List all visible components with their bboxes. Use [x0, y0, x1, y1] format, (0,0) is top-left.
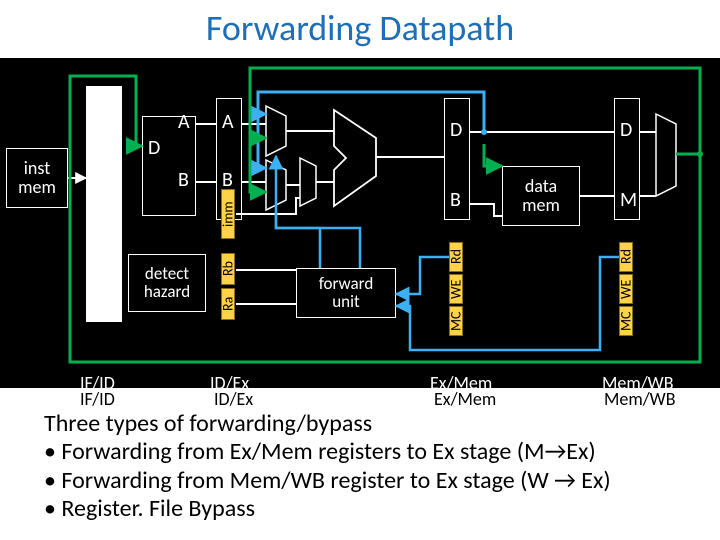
- forward-unit-block: forward unit: [296, 268, 396, 318]
- data-mem-block: data mem: [502, 166, 580, 226]
- port-bex: B: [450, 188, 461, 212]
- port-m: M: [620, 188, 637, 212]
- page-title: Forwarding Datapath: [0, 0, 720, 50]
- port-we2: WE: [619, 274, 633, 304]
- detect-hazard-block: detect hazard: [128, 254, 206, 312]
- port-ra: Ra: [221, 288, 235, 320]
- explain-bullet-3: Register. File Bypass: [44, 495, 694, 523]
- datapath-diagram: inst mem D A B detect hazard A B imm Rb …: [0, 58, 720, 408]
- stage-ifid-w: IF/ID: [80, 388, 115, 410]
- ifid-reg-bar: [86, 86, 104, 322]
- port-we1: WE: [449, 274, 463, 304]
- port-mc1: MC: [449, 306, 463, 336]
- port-a2: A: [222, 110, 234, 134]
- port-mc2: MC: [619, 306, 633, 336]
- inst-mem-block: inst mem: [6, 148, 68, 208]
- ifid-reg-bar2: [104, 86, 122, 322]
- explain-heading: Three types of forwarding/bypass: [44, 410, 694, 438]
- port-rb: Rb: [221, 253, 235, 285]
- explanation-text: Three types of forwarding/bypass Forward…: [44, 410, 694, 523]
- stage-exmem-w: Ex/Mem: [434, 388, 496, 410]
- port-d1: D: [148, 136, 160, 160]
- port-rd1: Rd: [449, 242, 463, 272]
- explain-bullet-2: Forwarding from Mem/WB register to Ex st…: [44, 467, 694, 495]
- stage-idex-w: ID/Ex: [214, 388, 253, 410]
- port-a1: A: [178, 110, 190, 134]
- port-rd2: Rd: [619, 242, 633, 272]
- stage-memwb-w: Mem/WB: [604, 388, 675, 410]
- port-b1: B: [178, 168, 189, 192]
- port-d3: D: [620, 118, 632, 142]
- port-d2: D: [450, 118, 462, 142]
- explain-bullet-1: Forwarding from Ex/Mem registers to Ex s…: [44, 438, 694, 466]
- port-imm: imm: [221, 189, 235, 239]
